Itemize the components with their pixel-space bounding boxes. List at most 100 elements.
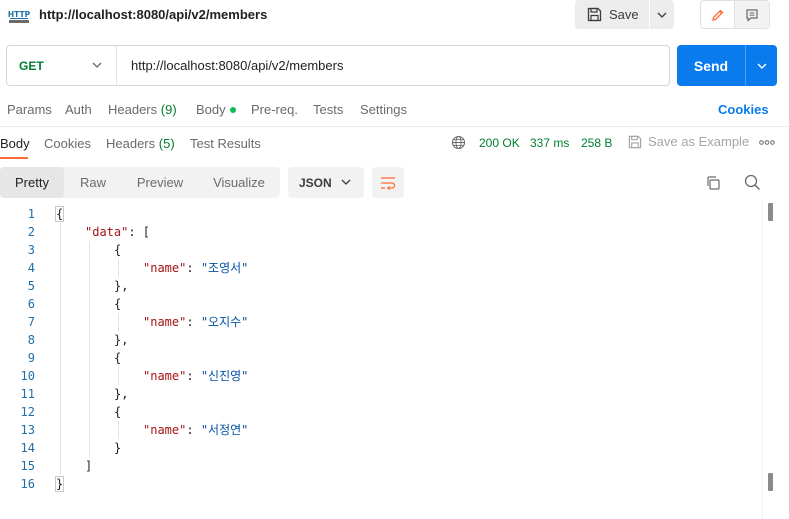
send-options-dropdown[interactable] [745, 45, 777, 86]
code-line: 1{ [0, 205, 760, 223]
json-punctuation: : [186, 369, 201, 383]
json-punctuation: : [ [128, 225, 151, 239]
response-tab-cookies[interactable]: Cookies [44, 136, 91, 151]
documentation-mode-button[interactable] [735, 1, 769, 28]
code-line: 11}, [0, 385, 760, 403]
request-tabs: Params Auth Headers (9) Body Pre-req. Te… [0, 100, 789, 122]
http-method-label: GET [19, 58, 44, 73]
line-number: 14 [20, 441, 35, 455]
response-headers-count: (5) [158, 136, 175, 151]
send-button-group: Send [677, 45, 777, 86]
tab-body[interactable]: Body [196, 102, 236, 117]
send-button[interactable]: Send [677, 45, 745, 86]
line-number: 3 [27, 243, 35, 257]
globe-icon[interactable] [451, 135, 466, 150]
search-icon[interactable] [744, 174, 761, 191]
matching-bracket-highlight [55, 476, 64, 492]
edit-mode-button[interactable] [701, 1, 735, 28]
editor-scrollbar-top-marker[interactable] [768, 203, 773, 221]
json-punctuation: { [114, 243, 122, 257]
chevron-down-icon [657, 12, 667, 18]
line-number: 13 [20, 423, 35, 437]
line-number: 4 [27, 261, 35, 275]
line-number: 6 [27, 297, 35, 311]
editor-scrollbar-bottom-marker[interactable] [768, 473, 773, 491]
code-content: { [114, 349, 121, 367]
json-punctuation: ] [85, 459, 93, 473]
view-mode-toggle [700, 0, 770, 29]
code-content: }, [114, 331, 128, 349]
line-number: 15 [20, 459, 35, 473]
line-number: 9 [27, 351, 35, 365]
pencil-icon [711, 9, 723, 21]
tab-settings[interactable]: Settings [360, 102, 407, 117]
json-punctuation: { [114, 405, 122, 419]
code-line: 8}, [0, 331, 760, 349]
code-content: "name": "신진영" [143, 367, 248, 385]
code-content: } [114, 439, 121, 457]
code-line: 15] [0, 457, 760, 475]
code-content: "name": "오지수" [143, 313, 248, 331]
tab-headers[interactable]: Headers (9) [108, 102, 177, 117]
body-indicator-dot [229, 107, 236, 113]
more-options-icon[interactable] [759, 140, 775, 145]
tab-auth[interactable]: Auth [65, 102, 92, 117]
line-number: 12 [20, 405, 35, 419]
code-line: 16} [0, 475, 760, 493]
line-number: 1 [27, 207, 35, 221]
request-title[interactable]: http://localhost:8080/api/v2/members [39, 7, 267, 22]
view-mode-raw[interactable]: Raw [64, 167, 122, 198]
code-content: }, [114, 385, 128, 403]
floppy-disk-icon [587, 7, 602, 22]
json-punctuation: : [186, 315, 201, 329]
json-punctuation: } [114, 441, 122, 455]
tab-tests[interactable]: Tests [313, 102, 343, 117]
json-key: "name" [143, 261, 187, 275]
request-header-bar: HTTP http://localhost:8080/api/v2/member… [0, 0, 789, 30]
http-method-select[interactable]: GET [7, 46, 117, 85]
copy-icon[interactable] [705, 175, 721, 191]
divider [0, 126, 789, 127]
wrap-lines-button[interactable] [372, 167, 404, 198]
view-mode-preview[interactable]: Preview [122, 167, 198, 198]
save-as-example-button[interactable]: Save as Example [628, 134, 749, 149]
view-mode-pretty[interactable]: Pretty [0, 167, 64, 198]
code-content: { [114, 295, 121, 313]
response-tab-headers[interactable]: Headers (5) [106, 136, 175, 151]
response-format-label: JSON [299, 175, 332, 190]
code-content: }, [114, 277, 128, 295]
save-button[interactable]: Save [575, 0, 649, 29]
response-tab-test-results[interactable]: Test Results [190, 136, 261, 151]
save-options-dropdown[interactable] [649, 0, 674, 29]
json-string-value: "신진영" [200, 369, 249, 383]
url-bar: GET [6, 45, 670, 86]
code-content: "name": "조영서" [143, 259, 248, 277]
response-view-mode-group: Pretty Raw Preview Visualize [0, 167, 280, 198]
chevron-down-icon [757, 63, 766, 69]
response-format-select[interactable]: JSON [288, 167, 364, 198]
view-mode-visualize[interactable]: Visualize [198, 167, 280, 198]
code-line: 10 "name": "신진영" [0, 367, 760, 385]
save-label: Save [609, 7, 639, 22]
json-string-value: "서정연" [200, 423, 249, 437]
json-punctuation: : [186, 423, 201, 437]
response-size[interactable]: 258 B [581, 136, 612, 150]
code-content: { [114, 403, 121, 421]
response-tab-body[interactable]: Body [0, 136, 30, 151]
json-key: "name" [143, 315, 187, 329]
line-number: 10 [20, 369, 35, 383]
tab-pre-request[interactable]: Pre-req. [251, 102, 298, 117]
floppy-disk-icon [628, 135, 642, 148]
cookies-link[interactable]: Cookies [718, 102, 769, 117]
url-input[interactable] [117, 46, 669, 85]
line-number: 16 [20, 477, 35, 491]
code-line: 3{ [0, 241, 760, 259]
response-time[interactable]: 337 ms [530, 136, 569, 150]
tab-params[interactable]: Params [7, 102, 52, 117]
json-punctuation: }, [114, 333, 129, 347]
code-line: 9{ [0, 349, 760, 367]
code-content: "name": "서정연" [143, 421, 248, 439]
response-body-editor[interactable]: 1{2 "data": [3{4 "name": "조영서" 5}, 6{7 "name"… [0, 202, 789, 502]
status-code[interactable]: 200 OK [479, 136, 520, 150]
json-string-value: "조영서" [200, 261, 249, 275]
